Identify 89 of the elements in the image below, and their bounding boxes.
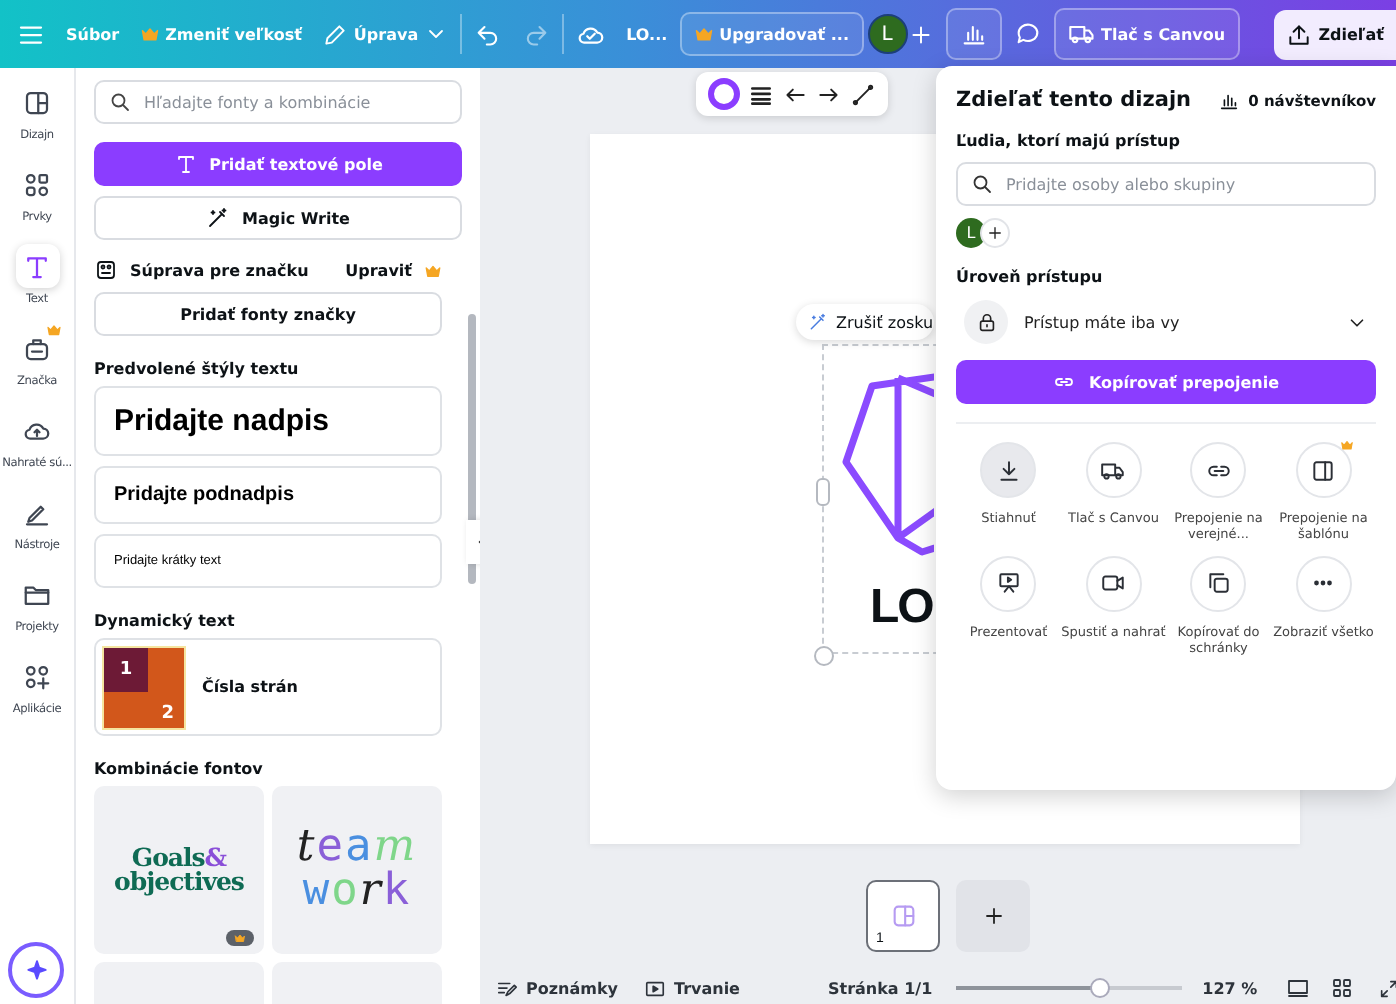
- font-search-field[interactable]: Hľadajte fonty a kombinácie: [94, 80, 462, 124]
- plus-icon: [981, 904, 1005, 928]
- section-title: Ľudia, ktorí majú prístup: [956, 132, 1182, 150]
- search-icon: [108, 90, 132, 114]
- people-search-field[interactable]: Pridajte osoby alebo skupiny: [956, 162, 1376, 206]
- zoom-percentage: 127 %: [1202, 979, 1258, 997]
- upload-icon: [1286, 21, 1313, 47]
- user-avatar: L: [956, 218, 986, 248]
- plus-icon: [986, 224, 1004, 242]
- notes-button[interactable]: Poznámky: [496, 977, 618, 999]
- insights-button[interactable]: [945, 8, 1002, 60]
- apps-icon: [22, 661, 52, 691]
- crown-icon: [1339, 438, 1354, 452]
- share-title: Zdieľať tento dizajn: [956, 88, 1192, 112]
- section-title: Predvolené štýly textu: [94, 360, 301, 378]
- crown-icon: [234, 932, 246, 944]
- play-box-icon: [643, 977, 666, 999]
- text-t-icon: [173, 152, 198, 176]
- access-level-dropdown[interactable]: Prístup máte iba vy: [956, 298, 1376, 346]
- font-combination-card[interactable]: Goals& objectives: [94, 786, 264, 954]
- slider-thumb[interactable]: [1090, 978, 1111, 998]
- add-person-button[interactable]: [980, 218, 1010, 248]
- add-brand-fonts-button[interactable]: Pridať fonty značky: [94, 292, 442, 336]
- text-style-option[interactable]: Pridajte nadpis: [94, 386, 442, 456]
- print-button[interactable]: Tlač s Canvou: [1053, 8, 1240, 60]
- bar-chart-icon: [1218, 89, 1241, 111]
- shapes-icon: [22, 169, 52, 199]
- upgrade-button[interactable]: Upgradovať ...: [679, 12, 864, 56]
- bar-chart-icon: [959, 20, 988, 48]
- expand-icon: [1377, 977, 1396, 999]
- page-indicator: Stránka 1/1: [827, 979, 933, 997]
- page-view-button[interactable]: [1285, 976, 1310, 1000]
- page-number-preview: 1 2: [102, 645, 186, 729]
- dynamic-text-card[interactable]: 1 2 Čísla strán: [94, 638, 442, 736]
- download-icon: [995, 457, 1022, 483]
- fullscreen-button[interactable]: [1377, 977, 1396, 999]
- crown-icon: [424, 261, 442, 279]
- resize-handle[interactable]: [814, 646, 834, 666]
- copy-link-button[interactable]: Kopírovať prepojenie: [956, 360, 1376, 404]
- brand-kit-icon: [94, 258, 118, 282]
- speech-bubble-icon: [1013, 20, 1042, 48]
- redo-icon: [522, 20, 551, 48]
- section-title: Kombinácie fontov: [94, 760, 265, 778]
- logo-text: LO: [870, 580, 933, 636]
- add-text-box-button[interactable]: Pridať textové pole: [94, 142, 462, 186]
- line-style-button[interactable]: [850, 81, 876, 107]
- pencil-icon: [321, 21, 348, 47]
- magic-write-button[interactable]: Magic Write: [94, 196, 462, 240]
- share-button[interactable]: Zdieľať: [1274, 9, 1396, 59]
- crown-icon: [139, 24, 160, 44]
- grid-view-button[interactable]: [1329, 976, 1354, 1000]
- section-title: Dynamický text: [94, 612, 237, 630]
- brand-icon: [22, 333, 52, 363]
- grid-icon: [1329, 976, 1354, 1000]
- resize-handle[interactable]: [816, 478, 830, 506]
- text-style-option[interactable]: Pridajte podnadpis: [94, 466, 442, 524]
- diagonal-line-icon: [850, 81, 876, 107]
- magic-wand-icon: [206, 206, 230, 230]
- duration-button[interactable]: Trvanie: [643, 977, 740, 999]
- border-color-button[interactable]: [708, 78, 740, 110]
- ring-icon: [708, 78, 740, 110]
- user-avatar[interactable]: L: [867, 14, 908, 54]
- crown-icon: [45, 322, 61, 338]
- plus-icon: [907, 21, 934, 47]
- font-combination-card[interactable]: team work: [272, 786, 442, 954]
- search-icon: [970, 172, 994, 196]
- present-icon: [995, 570, 1022, 597]
- magic-assistant-button[interactable]: [8, 942, 64, 998]
- line-weight-button[interactable]: [748, 81, 774, 107]
- ungroup-button[interactable]: Zrušiť zosku: [796, 304, 934, 340]
- lock-icon: [975, 311, 997, 333]
- undo-icon: [474, 20, 503, 48]
- brand-kit-label: Súprava pre značku: [130, 261, 309, 279]
- template-icon: [1310, 457, 1337, 483]
- brand-kit-edit-link[interactable]: Upraviť: [345, 261, 412, 279]
- copy-icon: [1205, 570, 1232, 597]
- magic-wand-icon: [808, 312, 828, 332]
- sparkle-icon: [23, 957, 49, 983]
- notes-icon: [496, 977, 518, 999]
- section-title: Úroveň prístupu: [956, 268, 1105, 286]
- layout-icon: [22, 87, 52, 117]
- dynamic-text-label: Čísla strán: [202, 678, 298, 696]
- monitor-icon: [1285, 976, 1310, 1000]
- line-weight-icon: [748, 81, 774, 107]
- tee-icon: [22, 251, 52, 281]
- font-preview-text: Goals& objectives: [114, 846, 244, 894]
- font-preview-text: team work: [296, 826, 418, 914]
- truck-icon: [1067, 20, 1096, 48]
- crown-icon: [693, 24, 714, 44]
